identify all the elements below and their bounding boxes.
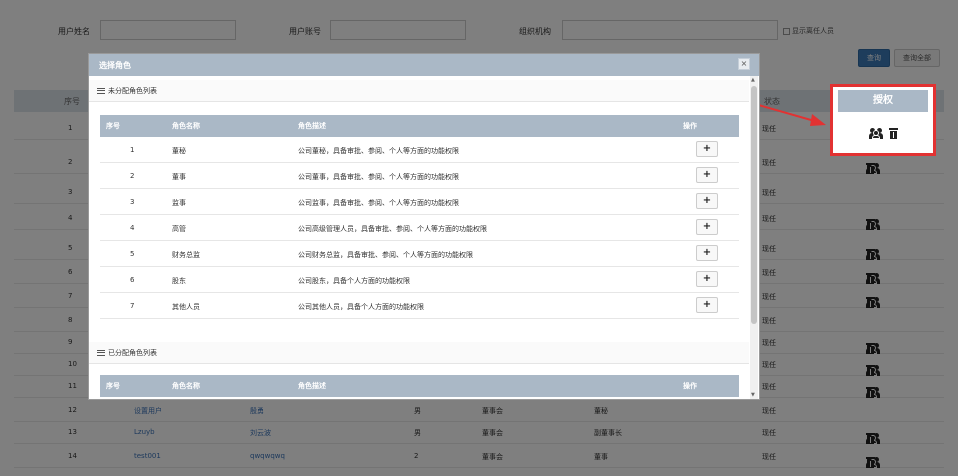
col-role-name: 角色名称: [172, 122, 200, 130]
users-icon[interactable]: [868, 127, 883, 139]
add-role-button[interactable]: +: [696, 193, 718, 209]
assigned-section-title: 已分配角色列表: [108, 349, 157, 357]
close-button[interactable]: ×: [738, 58, 750, 70]
role-no: 2: [130, 172, 135, 180]
role-desc: 公司财务总监，具备审批、参阅、个人等方面的功能权限: [298, 251, 473, 259]
add-role-button[interactable]: +: [696, 167, 718, 183]
role-no: 6: [130, 276, 135, 284]
role-name: 高管: [172, 225, 186, 233]
role-row: 7 其他人员 公司其他人员，具备个人方面的功能权限 +: [100, 293, 739, 319]
list-icon: [97, 88, 105, 94]
dialog-body: 未分配角色列表 序号 角色名称 角色描述 操作 1 董秘 公司董秘，具备审批、参阅、…: [89, 76, 759, 399]
role-name: 其他人员: [172, 303, 200, 311]
add-role-button[interactable]: +: [696, 219, 718, 235]
unassigned-section-header: 未分配角色列表: [89, 80, 749, 102]
role-name: 监事: [172, 199, 186, 207]
unassigned-section-title: 未分配角色列表: [108, 87, 157, 95]
col-actions: 操作: [683, 122, 697, 130]
list-icon: [97, 350, 105, 356]
scroll-up-icon[interactable]: ▲: [751, 77, 755, 83]
role-desc: 公司股东，具备个人方面的功能权限: [298, 277, 410, 285]
col-role-name: 角色名称: [172, 382, 200, 390]
add-role-button[interactable]: +: [696, 297, 718, 313]
role-row: 4 高管 公司高级管理人员，具备审批、参阅、个人等方面的功能权限 +: [100, 215, 739, 241]
col-actions: 操作: [683, 382, 697, 390]
col-no: 序号: [106, 382, 120, 390]
scroll-thumb[interactable]: [751, 86, 757, 324]
col-no: 序号: [106, 122, 120, 130]
role-desc: 公司董秘，具备审批、参阅、个人等方面的功能权限: [298, 147, 459, 155]
role-no: 7: [130, 302, 135, 310]
role-name: 董秘: [172, 147, 186, 155]
role-desc: 公司高级管理人员，具备审批、参阅、个人等方面的功能权限: [298, 225, 487, 233]
role-row: 6 股东 公司股东，具备个人方面的功能权限 +: [100, 267, 739, 293]
assigned-section-header: 已分配角色列表: [89, 342, 749, 364]
role-no: 1: [130, 146, 135, 154]
dialog-title: 选择角色: [99, 61, 131, 70]
dialog-scrollbar[interactable]: ▲ ▼: [750, 76, 758, 399]
unassigned-table-header: 序号 角色名称 角色描述 操作: [100, 115, 739, 137]
dialog-header: 选择角色 ×: [89, 54, 759, 76]
role-no: 4: [130, 224, 135, 232]
add-role-button[interactable]: +: [696, 141, 718, 157]
trash-icon[interactable]: [888, 127, 898, 139]
select-role-dialog: 选择角色 × 未分配角色列表 序号 角色名称 角色描述 操作 1 董秘 公司董秘，具…: [88, 53, 760, 400]
col-role-desc: 角色描述: [298, 382, 326, 390]
role-row: 2 董事 公司董事，具备审批、参阅、个人等方面的功能权限 +: [100, 163, 739, 189]
role-no: 5: [130, 250, 135, 258]
role-row: 5 财务总监 公司财务总监，具备审批、参阅、个人等方面的功能权限 +: [100, 241, 739, 267]
role-row: 3 监事 公司监事，具备审批、参阅、个人等方面的功能权限 +: [100, 189, 739, 215]
authorize-header: 授权: [838, 90, 928, 112]
role-desc: 公司董事，具备审批、参阅、个人等方面的功能权限: [298, 173, 459, 181]
role-name: 股东: [172, 277, 186, 285]
col-role-desc: 角色描述: [298, 122, 326, 130]
add-role-button[interactable]: +: [696, 245, 718, 261]
add-role-button[interactable]: +: [696, 271, 718, 287]
role-name: 董事: [172, 173, 186, 181]
assigned-table-header: 序号 角色名称 角色描述 操作: [100, 375, 739, 397]
role-desc: 公司监事，具备审批、参阅、个人等方面的功能权限: [298, 199, 459, 207]
role-name: 财务总监: [172, 251, 200, 259]
role-desc: 公司其他人员，具备个人方面的功能权限: [298, 303, 424, 311]
authorize-callout: 授权: [830, 84, 936, 156]
role-row: 1 董秘 公司董秘，具备审批、参阅、个人等方面的功能权限 +: [100, 137, 739, 163]
authorize-actions: [838, 115, 928, 151]
role-no: 3: [130, 198, 135, 206]
scroll-down-icon[interactable]: ▼: [751, 392, 755, 398]
